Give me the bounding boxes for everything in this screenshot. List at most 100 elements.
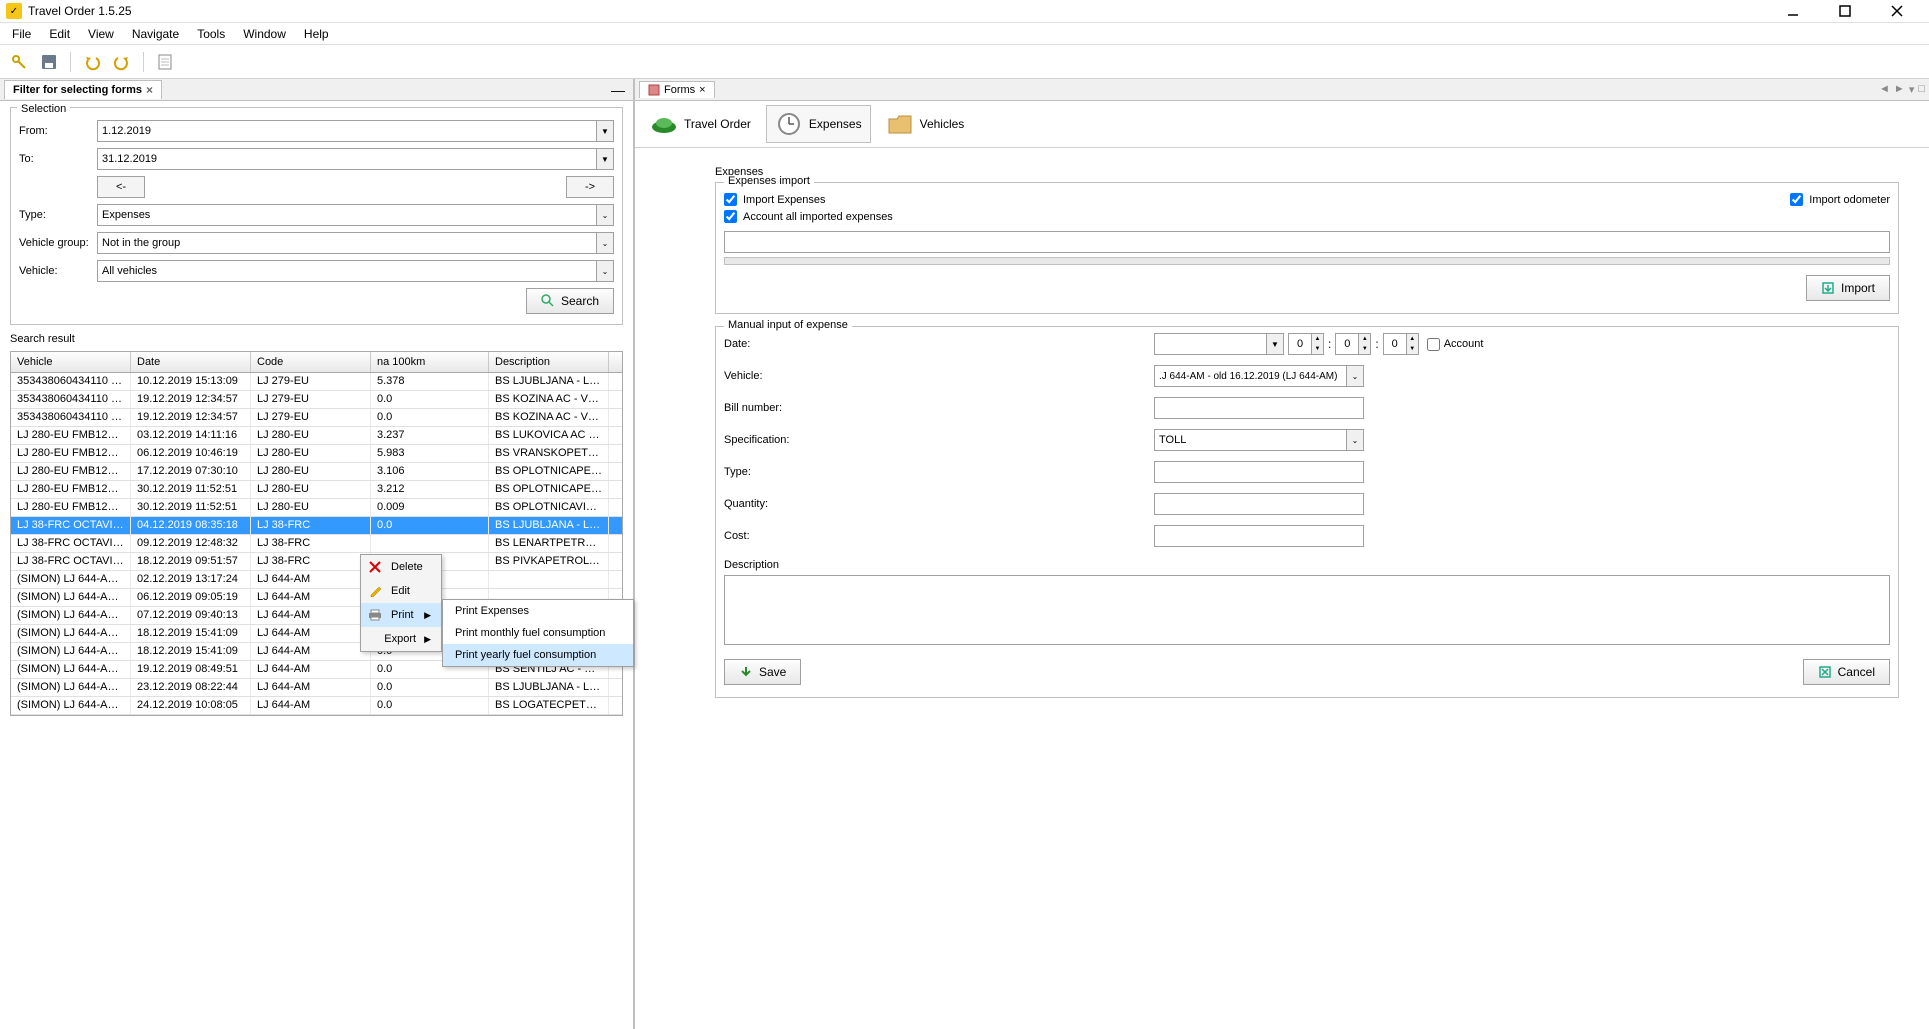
menu-edit[interactable]: Edit [41,25,78,43]
second-spinner[interactable]: 0▲▼ [1383,333,1419,355]
bigtab-vehicles[interactable]: Vehicles [877,105,974,143]
expenses-import-group: Expenses import Import Expenses Account … [715,182,1899,314]
menu-print[interactable]: Print ▶ [361,603,441,627]
submenu-print-monthly[interactable]: Print monthly fuel consumption [443,622,633,644]
bigtab-travel-order[interactable]: Travel Order [641,105,760,143]
dropdown-icon[interactable]: ⌄ [596,233,613,253]
table-row[interactable]: LJ 280-EU FMB122 LA...06.12.2019 10:46:1… [11,445,622,463]
type-select[interactable]: Expenses⌄ [97,204,614,226]
table-row[interactable]: LJ 280-EU FMB122 LA...03.12.2019 14:11:1… [11,427,622,445]
col-na100km[interactable]: na 100km [371,352,489,372]
menu-view[interactable]: View [80,25,122,43]
table-row[interactable]: LJ 38-FRC OCTAVIA (...09.12.2019 12:48:3… [11,535,622,553]
tab-filter-close-icon[interactable]: × [146,83,153,97]
bigtab-expenses[interactable]: Expenses [766,105,871,143]
table-cell: LJ 38-FRC OCTAVIA (... [11,553,131,570]
table-row[interactable]: LJ 38-FRC OCTAVIA (...18.12.2019 09:51:5… [11,553,622,571]
toolbar-key-icon[interactable] [6,49,32,75]
save-button[interactable]: Save [724,659,801,685]
close-button[interactable] [1881,1,1913,21]
vehicle-select[interactable]: All vehicles⌄ [97,260,614,282]
menu-delete[interactable]: Delete [361,555,441,579]
import-button[interactable]: Import [1806,275,1890,301]
import-path-input[interactable] [724,231,1890,253]
dropdown-icon[interactable]: ⌄ [596,205,613,225]
toolbar-redo-icon[interactable] [109,49,135,75]
col-vehicle[interactable]: Vehicle [11,352,131,372]
cost-label: Cost: [724,530,1154,542]
table-row[interactable]: 353438060434110 - t...19.12.2019 12:34:5… [11,409,622,427]
dropdown-icon[interactable]: ⌄ [596,261,613,281]
table-row[interactable]: (SIMON) LJ 644-AM - ...24.12.2019 10:08:… [11,697,622,715]
nav-maximize-icon[interactable]: □ [1918,83,1925,96]
dropdown-icon[interactable]: ▼ [1266,334,1283,354]
date-input[interactable]: ▼ [1154,333,1284,355]
submenu-print-yearly[interactable]: Print yearly fuel consumption [443,644,633,666]
type-input[interactable] [1154,461,1364,483]
from-date-input[interactable]: 1.12.2019▼ [97,120,614,142]
submenu-print-expenses[interactable]: Print Expenses [443,600,633,622]
table-cell: BS VRANSKOPETROL ... [489,445,609,462]
bill-label: Bill number: [724,402,1154,414]
account-checkbox[interactable] [1427,338,1440,351]
table-row[interactable]: (SIMON) LJ 644-AM - ...02.12.2019 13:17:… [11,571,622,589]
hour-spinner[interactable]: 0▲▼ [1288,333,1324,355]
bill-input[interactable] [1154,397,1364,419]
col-date[interactable]: Date [131,352,251,372]
table-cell: LJ 644-AM [251,625,371,642]
import-odometer-checkbox[interactable] [1790,193,1803,206]
to-date-input[interactable]: 31.12.2019▼ [97,148,614,170]
tab-forms[interactable]: Forms × [639,81,715,98]
menu-file[interactable]: File [4,25,39,43]
table-cell: LJ 280-EU [251,427,371,444]
col-description[interactable]: Description [489,352,609,372]
menu-help[interactable]: Help [296,25,337,43]
expenses-import-legend: Expenses import [724,175,814,187]
tab-filter[interactable]: Filter for selecting forms × [4,80,162,99]
table-row[interactable]: LJ 38-FRC OCTAVIA (...04.12.2019 08:35:1… [11,517,622,535]
nav-next-icon[interactable]: ► [1894,83,1905,96]
toolbar-save-icon[interactable] [36,49,62,75]
search-button[interactable]: Search [526,288,614,314]
pane-minimize-icon[interactable]: — [607,82,629,98]
table-row[interactable]: (SIMON) LJ 644-AM - ...23.12.2019 08:22:… [11,679,622,697]
spec-select[interactable]: TOLL⌄ [1154,429,1364,451]
col-code[interactable]: Code [251,352,371,372]
table-cell: 5.983 [371,445,489,462]
next-button[interactable]: -> [566,176,614,198]
table-row[interactable]: 353438060434110 - t...10.12.2019 15:13:0… [11,373,622,391]
table-cell: BS LENARTPETROL EU... [489,535,609,552]
minute-spinner[interactable]: 0▲▼ [1335,333,1371,355]
cancel-button[interactable]: Cancel [1803,659,1890,685]
table-row[interactable]: 353438060434110 - t...19.12.2019 12:34:5… [11,391,622,409]
maximize-button[interactable] [1829,1,1861,21]
dropdown-icon[interactable]: ▼ [596,149,613,169]
vehicle-input[interactable]: .J 644-AM - old 16.12.2019 (LJ 644-AM)⌄ [1154,365,1364,387]
nav-dropdown-icon[interactable]: ▾ [1909,83,1915,96]
menu-tools[interactable]: Tools [189,25,233,43]
table-row[interactable]: LJ 280-EU FMB122 LA...30.12.2019 11:52:5… [11,499,622,517]
toolbar-undo-icon[interactable] [79,49,105,75]
tab-forms-close-icon[interactable]: × [699,84,705,96]
qty-input[interactable] [1154,493,1364,515]
dropdown-icon[interactable]: ▼ [596,121,613,141]
menu-window[interactable]: Window [235,25,294,43]
dropdown-icon[interactable]: ⌄ [1346,366,1363,386]
table-row[interactable]: LJ 280-EU FMB122 LA...17.12.2019 07:30:1… [11,463,622,481]
dropdown-icon[interactable]: ⌄ [1346,430,1363,450]
table-row[interactable]: LJ 280-EU FMB122 LA...30.12.2019 11:52:5… [11,481,622,499]
prev-button[interactable]: <- [97,176,145,198]
table-cell: BS KOZINA AC - VZHO... [489,409,609,426]
cost-input[interactable] [1154,525,1364,547]
nav-prev-icon[interactable]: ◄ [1879,83,1890,96]
menu-navigate[interactable]: Navigate [124,25,187,43]
description-textarea[interactable] [724,575,1890,645]
import-expenses-checkbox[interactable] [724,193,737,206]
toolbar-document-icon[interactable] [152,49,178,75]
minimize-button[interactable] [1777,1,1809,21]
menu-export[interactable]: Export ▶ [361,627,441,651]
search-icon [541,294,555,308]
account-all-checkbox[interactable] [724,210,737,223]
menu-edit[interactable]: Edit [361,579,441,603]
vehicle-group-select[interactable]: Not in the group⌄ [97,232,614,254]
